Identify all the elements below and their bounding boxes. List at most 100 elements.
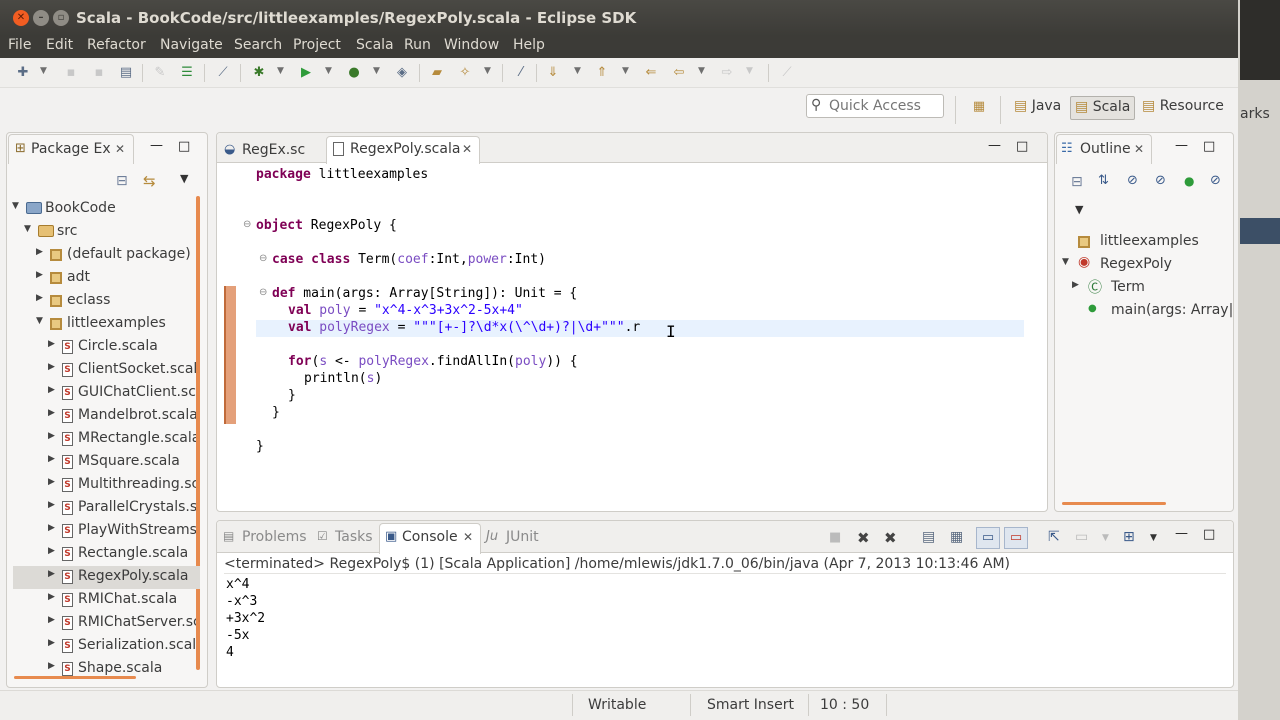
expand-icon[interactable]: ▼ [12, 201, 19, 211]
quick-access-input[interactable] [829, 98, 939, 114]
hide-nonpublic-icon[interactable]: ● [1184, 174, 1194, 188]
code-line[interactable]: } [272, 405, 280, 420]
tree-file[interactable]: ▶ S Circle.scala [48, 336, 196, 359]
show-on-stdout-icon[interactable]: ▭ [976, 527, 1000, 549]
tree-file[interactable]: ▶ S Serialization.scala [48, 635, 196, 658]
overview-ruler[interactable] [1024, 164, 1044, 510]
tree-file[interactable]: ▶ S Multithreading.sc [48, 474, 196, 497]
tree-file[interactable]: ▶ S Rectangle.scala [48, 543, 196, 566]
search-tool-icon[interactable]: ✧ [456, 64, 474, 82]
hide-local-types-icon[interactable]: ⊘ [1210, 173, 1221, 188]
sort-icon[interactable]: ⇅ [1098, 173, 1109, 188]
menu-help[interactable]: Help [513, 37, 545, 53]
pin-console-icon[interactable]: ⇱ [1048, 529, 1060, 545]
link-editor-icon[interactable]: ⇆ [143, 172, 156, 190]
skip-icon[interactable]: ✎ [151, 64, 169, 82]
save-all-icon[interactable]: ▪ [90, 64, 108, 82]
code-line[interactable]: println(s) [304, 371, 382, 386]
code-line[interactable]: case class Term(coef:Int,power:Int) [272, 252, 546, 267]
scrollbar[interactable] [196, 196, 200, 670]
print-icon[interactable]: ▤ [117, 64, 135, 82]
debug-dropdown-icon[interactable]: ▼ [277, 66, 284, 76]
expand-icon[interactable]: ▼ [24, 224, 31, 234]
expand-icon[interactable]: ▼ [36, 316, 43, 326]
tree-file[interactable]: ▶ S PlayWithStreams.sc [48, 520, 196, 543]
last-edit-icon[interactable]: ⇐ [642, 64, 660, 82]
code-line[interactable]: for(s <- polyRegex.findAllIn(poly)) { [288, 354, 578, 369]
remove-launch-icon[interactable]: ✖ [857, 529, 870, 547]
collapse-icon[interactable]: ▶ [48, 615, 55, 625]
coverage-dropdown-icon[interactable]: ▼ [373, 66, 380, 76]
debug-icon[interactable]: ✱ [250, 64, 268, 82]
open-type-icon[interactable]: ▰ [428, 64, 446, 82]
collapse-all-icon[interactable]: ⊟ [1071, 174, 1083, 190]
previous-annotation-dropdown-icon[interactable]: ▼ [622, 66, 629, 76]
back-icon[interactable]: ⇦ [670, 64, 688, 82]
forward-icon[interactable]: ⇨ [718, 64, 736, 82]
collapse-all-icon[interactable]: ⊟ [116, 173, 128, 189]
open-console-dropdown-icon[interactable]: ▼ [1150, 533, 1157, 543]
menu-file[interactable]: File [8, 37, 31, 53]
horizontal-scrollbar[interactable] [1062, 502, 1166, 505]
new-dropdown-icon[interactable]: ▼ [40, 66, 47, 76]
collapse-icon[interactable]: ▶ [48, 500, 55, 510]
collapse-icon[interactable]: ▶ [48, 569, 55, 579]
fold-icon[interactable]: ⊖ [259, 253, 267, 264]
code-line[interactable]: object RegexPoly { [256, 218, 397, 233]
tree-file[interactable]: ▶ S RMIChat.scala [48, 589, 196, 612]
coverage-icon[interactable]: ● [345, 64, 363, 82]
remove-all-icon[interactable]: ✖ [884, 529, 897, 547]
perspective-java[interactable]: ▤ Java [1010, 96, 1065, 120]
previous-annotation-icon[interactable]: ⇑ [593, 64, 611, 82]
perspective-resource[interactable]: ▤ Resource [1138, 96, 1228, 120]
collapse-icon[interactable]: ▶ [48, 339, 55, 349]
tree-file[interactable]: ▶ S MSquare.scala [48, 451, 196, 474]
show-on-stderr-icon[interactable]: ▭ [1004, 527, 1028, 549]
minimize-icon[interactable]: — [150, 138, 163, 153]
maximize-icon[interactable]: □ [1203, 527, 1215, 542]
menu-run[interactable]: Run [404, 37, 431, 53]
pin-editor-icon[interactable]: ⟋ [778, 64, 796, 82]
collapse-icon[interactable]: ▶ [48, 477, 55, 487]
tree-file[interactable]: ▶ S Shape.scala [48, 658, 196, 681]
search-dropdown-icon[interactable]: ▼ [484, 66, 491, 76]
window-maximize-button[interactable]: ▫ [53, 10, 69, 26]
code-line[interactable]: } [256, 439, 264, 454]
code-line[interactable]: def main(args: Array[String]): Unit = { [272, 286, 577, 301]
tab-problems[interactable]: ▤ Problems [222, 527, 312, 549]
tab-regex-sc[interactable]: ◒ RegEx.sc [222, 138, 326, 163]
tab-junit[interactable]: Ju JUnit [486, 527, 546, 549]
new-icon[interactable]: ✚ [14, 64, 32, 82]
terminate-icon[interactable]: ■ [829, 530, 841, 545]
view-menu-icon[interactable]: ▼ [180, 172, 188, 185]
menu-navigate[interactable]: Navigate [160, 37, 223, 53]
back-dropdown-icon[interactable]: ▼ [698, 66, 705, 76]
clear-console-icon[interactable]: ▤ [922, 529, 935, 545]
minimize-icon[interactable]: — [1175, 138, 1188, 153]
build-icon[interactable]: ☰ [178, 64, 196, 82]
close-tab-icon[interactable]: ✕ [462, 142, 472, 156]
collapse-icon[interactable]: ▶ [48, 362, 55, 372]
view-menu-icon[interactable]: ▼ [1075, 203, 1083, 216]
collapse-icon[interactable]: ▶ [48, 546, 55, 556]
tree-file[interactable]: ▶ S RMIChatServer.sca [48, 612, 196, 635]
fold-icon[interactable]: ⊖ [243, 219, 251, 230]
close-tab-icon[interactable]: ✕ [1134, 142, 1144, 156]
menu-edit[interactable]: Edit [46, 37, 73, 53]
menu-search[interactable]: Search [234, 37, 282, 53]
collapse-icon[interactable]: ▶ [48, 385, 55, 395]
tree-file[interactable]: ▶ S MRectangle.scala [48, 428, 196, 451]
collapse-icon[interactable]: ▶ [36, 293, 43, 303]
collapse-icon[interactable]: ▶ [1072, 280, 1079, 290]
perspective-scala[interactable]: ▤ Scala [1070, 96, 1136, 120]
hide-static-icon[interactable]: ⊘ [1155, 173, 1166, 188]
maximize-icon[interactable]: □ [178, 139, 190, 154]
collapse-icon[interactable]: ▶ [48, 523, 55, 533]
tab-tasks[interactable]: ☑ Tasks [317, 527, 377, 549]
collapse-icon[interactable]: ▶ [48, 431, 55, 441]
collapse-icon[interactable]: ▶ [48, 638, 55, 648]
collapse-icon[interactable]: ▶ [36, 247, 43, 257]
tree-file[interactable]: ▶ S ParallelCrystals.sc [48, 497, 196, 520]
close-tab-icon[interactable]: ✕ [115, 142, 125, 156]
forward-dropdown-icon[interactable]: ▼ [746, 66, 753, 76]
